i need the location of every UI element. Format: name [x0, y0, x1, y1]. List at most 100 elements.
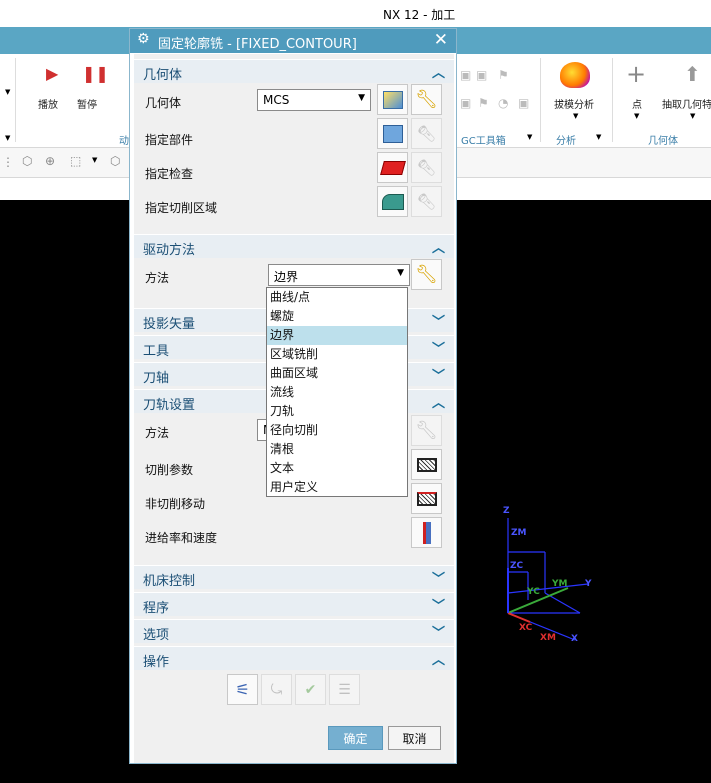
ribbon-group-analysis: 分析: [556, 136, 576, 147]
play-button[interactable]: 播放: [38, 96, 58, 111]
feeds-speeds-button[interactable]: [411, 517, 442, 548]
tool-icon[interactable]: ▣: [518, 96, 529, 110]
pause-icon[interactable]: ❚❚: [82, 64, 109, 83]
new-geometry-button[interactable]: [377, 84, 408, 115]
ok-button[interactable]: 确定: [328, 726, 383, 750]
section-label: 驱动方法: [143, 243, 196, 258]
dropdown-option[interactable]: 文本: [267, 459, 407, 478]
tool-icon[interactable]: ⚑: [478, 96, 489, 110]
dropdown-option[interactable]: 曲线/点: [267, 288, 407, 307]
verify-button[interactable]: ✔: [295, 674, 326, 705]
chevron-down-icon: ﹀: [431, 572, 445, 587]
chevron-down-icon: ﹀: [431, 626, 445, 641]
dropdown-option[interactable]: 径向切削: [267, 421, 407, 440]
dropdown-option[interactable]: 曲面区域: [267, 364, 407, 383]
dropdown-option[interactable]: 刀轨: [267, 402, 407, 421]
play-icon[interactable]: ▶: [46, 64, 58, 83]
chevron-down-icon: ﹀: [431, 315, 445, 330]
tool-icon[interactable]: ▣: [460, 96, 471, 110]
cancel-button[interactable]: 取消: [388, 726, 441, 750]
geometry-select-value: MCS: [263, 93, 290, 107]
drive-method-dropdown[interactable]: 曲线/点 螺旋 边界 区域铣削 曲面区域 流线 刀轨 径向切削 清根 文本 用户定义: [266, 287, 408, 497]
select-part-button[interactable]: [377, 118, 408, 149]
generate-icon: ⚟: [235, 680, 250, 699]
dialog-titlebar[interactable]: ⚙ 固定轮廓铣 - [FIXED_CONTOUR] ✕: [130, 29, 456, 53]
filter-icon[interactable]: ⋮: [2, 155, 14, 169]
tool-icon[interactable]: ▣: [460, 68, 471, 82]
tool-icon[interactable]: ◔: [498, 96, 508, 110]
non-cut-moves-icon: [416, 491, 437, 506]
specify-part-label: 指定部件: [145, 133, 194, 147]
flashlight-icon: 🔦︎: [416, 124, 437, 143]
axis-label-zm: ZM: [511, 528, 527, 538]
select-cut-area-button[interactable]: [377, 186, 408, 217]
draft-analysis-button[interactable]: 拔模分析: [554, 96, 594, 111]
edit-drive-method-button[interactable]: 🔧︎: [411, 259, 442, 290]
dropdown-arrow-icon[interactable]: ▼: [92, 156, 97, 164]
dropdown-arrow-icon[interactable]: ▼: [5, 134, 10, 142]
draft-analysis-icon[interactable]: [560, 62, 590, 88]
section-label: 程序: [143, 601, 170, 616]
dropdown-arrow-icon[interactable]: ▼: [573, 112, 578, 120]
section-options-header[interactable]: 选项 ﹀: [134, 619, 454, 643]
section-label: 选项: [143, 628, 170, 643]
show-part-button[interactable]: 🔦︎: [411, 118, 442, 149]
edit-method-button[interactable]: 🔧︎: [411, 415, 442, 446]
axis-label-z: Z: [503, 506, 510, 516]
geometry-select[interactable]: MCS ▼: [257, 89, 371, 111]
selection-rect-icon[interactable]: ⬚: [70, 154, 81, 168]
drive-method-select-value: 边界: [274, 270, 299, 284]
section-program-header[interactable]: 程序 ﹀: [134, 592, 454, 616]
dropdown-option[interactable]: 流线: [267, 383, 407, 402]
chevron-up-icon: ︿: [431, 396, 445, 411]
dropdown-option[interactable]: 边界: [267, 326, 407, 345]
replay-button[interactable]: ⤿: [261, 674, 292, 705]
dropdown-option[interactable]: 螺旋: [267, 307, 407, 326]
dropdown-arrow-icon[interactable]: ▼: [5, 88, 10, 96]
cut-params-button[interactable]: [411, 449, 442, 480]
app-title: NX 12 - 加工: [383, 8, 456, 22]
flashlight-icon: 🔦︎: [416, 192, 437, 211]
dropdown-arrow-icon[interactable]: ▼: [527, 133, 532, 141]
chevron-up-icon: ︿: [431, 66, 445, 81]
dropdown-option[interactable]: 区域铣削: [267, 345, 407, 364]
gear-icon: ⚙: [137, 31, 150, 47]
section-geometry-header[interactable]: 几何体 ︿: [134, 59, 454, 83]
select-check-button[interactable]: [377, 152, 408, 183]
list-button[interactable]: ☰: [329, 674, 360, 705]
feed-rate-icon: [422, 521, 431, 544]
point-button[interactable]: 点: [632, 96, 642, 111]
show-cut-area-button[interactable]: 🔦︎: [411, 186, 442, 217]
geometry-new-icon: [382, 90, 403, 109]
non-cut-moves-button[interactable]: [411, 483, 442, 514]
extract-geometry-button[interactable]: 抽取几何特: [662, 96, 711, 111]
wrench-icon: 🔧︎: [415, 89, 438, 110]
list-icon: ☰: [338, 681, 351, 698]
ribbon-group-gc-toolbox[interactable]: GC工具箱: [461, 132, 506, 147]
extract-geometry-icon[interactable]: ⬆: [684, 62, 701, 86]
section-drive-method-header[interactable]: 驱动方法 ︿: [134, 234, 454, 258]
section-label: 机床控制: [143, 574, 196, 589]
dropdown-option[interactable]: 用户定义: [267, 478, 407, 497]
view-icon[interactable]: ⬡: [110, 154, 120, 168]
chevron-down-icon: ﹀: [431, 369, 445, 384]
snap-point-icon[interactable]: ⊕: [45, 154, 55, 168]
point-icon[interactable]: +: [626, 60, 646, 88]
dropdown-option[interactable]: 清根: [267, 440, 407, 459]
dropdown-arrow-icon[interactable]: ▼: [596, 133, 601, 141]
tool-icon[interactable]: ▣: [476, 68, 487, 82]
section-actions-header[interactable]: 操作 ︿: [134, 646, 454, 670]
generate-toolpath-button[interactable]: ⚟: [227, 674, 258, 705]
show-check-button[interactable]: 🔦︎: [411, 152, 442, 183]
tool-icon[interactable]: ⚑: [498, 68, 509, 82]
close-icon[interactable]: ✕: [434, 30, 448, 50]
pause-button[interactable]: 暂停: [77, 96, 97, 111]
snap-point-icon[interactable]: ⬡: [22, 154, 32, 168]
drive-method-select[interactable]: 边界 ▼: [268, 264, 410, 286]
dropdown-arrow-icon[interactable]: ▼: [634, 112, 639, 120]
edit-geometry-button[interactable]: 🔧︎: [411, 84, 442, 115]
dropdown-arrow-icon[interactable]: ▼: [690, 112, 695, 120]
section-machine-control-header[interactable]: 机床控制 ﹀: [134, 565, 454, 589]
cut-params-label: 切削参数: [145, 463, 194, 477]
axis-label-xc: XC: [519, 623, 533, 633]
